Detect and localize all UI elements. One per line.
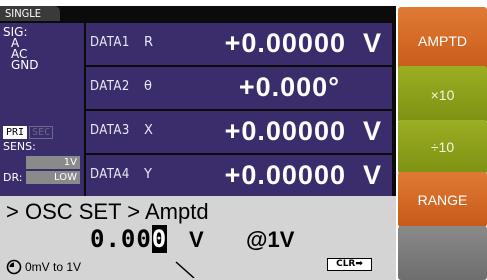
data-row-4: DATA4 Y +0.00000 V [86,155,392,197]
data-value: +0.000° [238,72,340,102]
value-limits: 0mV to 1V [25,260,82,274]
sec-chip[interactable]: SEC [29,126,54,139]
data-symbol: θ [144,79,152,94]
value-unit: V [189,227,204,252]
softkey-range[interactable]: RANGE [398,172,487,227]
mode-tab[interactable]: SINGLE [0,6,60,21]
data-label: DATA4 [90,167,130,182]
signal-settings-panel: SIG: A AC GND PRI SEC SENS: 1V DR: LOW [0,23,84,198]
rotary-knob-icon [6,259,22,275]
dr-value: LOW [26,171,80,184]
data-label: DATA2 [90,79,130,94]
data-row-3: DATA3 X +0.00000 V [86,111,392,153]
pointer-line-icon [175,261,195,278]
parameter-entry-area: > OSC SET > Amptd 0.000 V @1V 0mV to 1V … [0,196,396,280]
value-digits: 0.00 [90,225,152,253]
range-indicator: @1V [246,227,295,252]
pri-chip[interactable]: PRI [3,126,28,139]
edit-cursor-digit[interactable]: 0 [151,225,168,253]
sens-label: SENS: [3,140,36,153]
ground-value: GND [11,58,39,72]
data-label: DATA1 [90,35,130,50]
pri-sec-toggle[interactable]: PRI SEC [3,126,54,139]
softkey-divide-10[interactable]: ÷10 [398,120,487,174]
softkey-times-10[interactable]: ×10 [398,66,487,123]
clear-button[interactable]: CLR➡ [327,258,372,271]
data-label: DATA3 [90,123,130,138]
softkey-column: AMPTD ×10 ÷10 RANGE [396,6,487,280]
softkey-blank[interactable] [398,226,487,280]
data-symbol: X [144,123,153,138]
data-value: +0.00000 V [224,28,382,58]
softkey-amptd[interactable]: AMPTD [398,7,487,74]
amplitude-value-input[interactable]: 0.000 [90,225,168,253]
signal-input-block: SIG: A AC GND [3,26,81,72]
data-value: +0.00000 V [224,116,382,146]
data-symbol: R [144,35,154,50]
dr-label: DR: [3,171,23,184]
measurement-readouts: DATA1 R +0.00000 V DATA2 θ +0.000° DATA3… [86,23,392,198]
menu-path: > OSC SET > Amptd [6,199,209,224]
data-row-1: DATA1 R +0.00000 V [86,23,392,65]
data-value: +0.00000 V [224,160,382,190]
data-symbol: Y [144,167,152,182]
sens-value: 1V [26,156,80,169]
data-row-2: DATA2 θ +0.000° [86,67,392,109]
